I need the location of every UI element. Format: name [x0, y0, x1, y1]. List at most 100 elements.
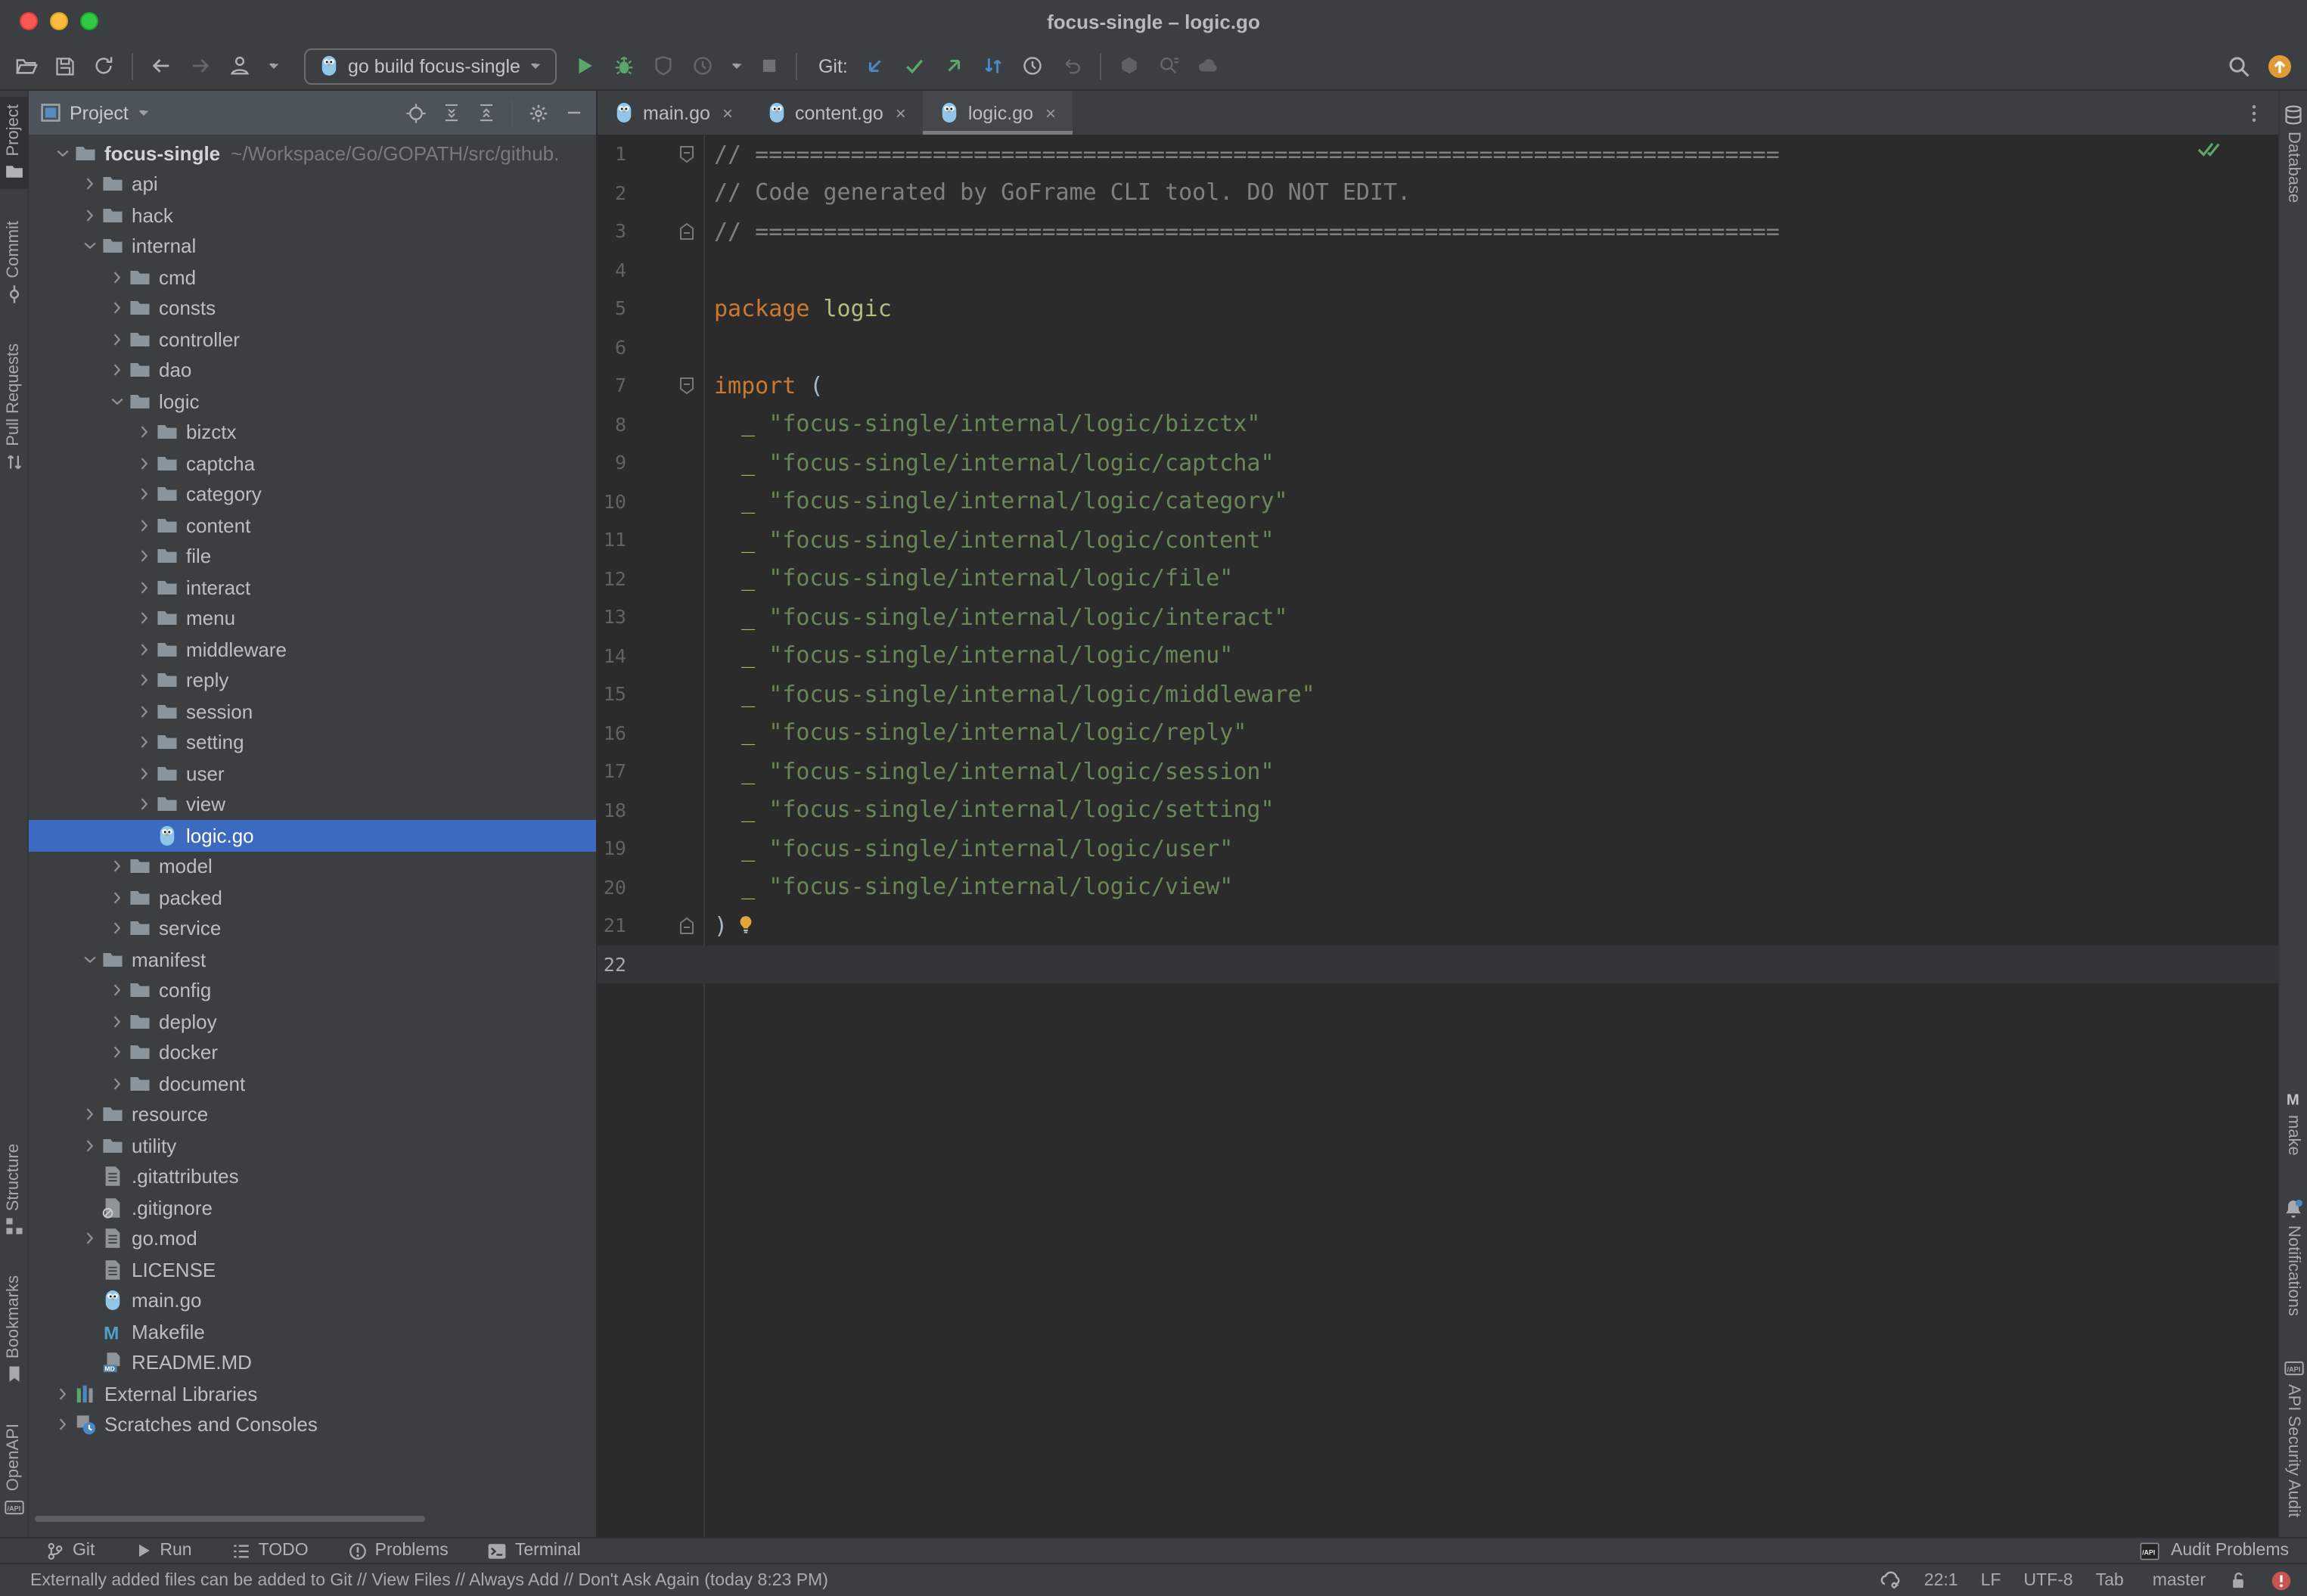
- code-line[interactable]: 15 _ "focus-single/internal/logic/middle…: [598, 675, 2278, 713]
- sync-icon[interactable]: [92, 54, 115, 77]
- tree-item[interactable]: captcha: [29, 448, 596, 479]
- user-dropdown-icon[interactable]: [268, 60, 280, 72]
- error-notification-icon[interactable]: [2271, 1570, 2292, 1591]
- tool-window-button-terminal[interactable]: Terminal: [488, 1541, 581, 1560]
- shelve-button[interactable]: [1119, 54, 1141, 77]
- tool-window-button-git[interactable]: Git: [45, 1541, 95, 1560]
- tree-item[interactable]: resource: [29, 1099, 596, 1130]
- chevron-right-icon[interactable]: [77, 176, 101, 193]
- chevron-right-icon[interactable]: [132, 486, 156, 503]
- chevron-right-icon[interactable]: [132, 703, 156, 720]
- horizontal-scrollbar[interactable]: [35, 1516, 425, 1522]
- select-opened-file-icon[interactable]: [405, 102, 427, 123]
- tree-item[interactable]: category: [29, 479, 596, 510]
- tool-strip-button-commit[interactable]: Commit: [0, 214, 28, 312]
- chevron-right-icon[interactable]: [132, 548, 156, 565]
- chevron-right-icon[interactable]: [132, 796, 156, 813]
- tree-item[interactable]: focus-single~/Workspace/Go/GOPATH/src/gi…: [29, 138, 596, 169]
- status-message[interactable]: Externally added files can be added to G…: [30, 1571, 828, 1589]
- code-line[interactable]: 20 _ "focus-single/internal/logic/view": [598, 868, 2278, 906]
- chevron-right-icon[interactable]: [132, 424, 156, 441]
- chevron-right-icon[interactable]: [132, 579, 156, 596]
- code-line[interactable]: 17 _ "focus-single/internal/logic/sessio…: [598, 752, 2278, 790]
- tool-window-button-todo[interactable]: TODO: [231, 1541, 309, 1560]
- tool-strip-button-bookmarks[interactable]: Bookmarks: [0, 1268, 28, 1393]
- code-line[interactable]: 18 _ "focus-single/internal/logic/settin…: [598, 790, 2278, 829]
- tree-item[interactable]: docker: [29, 1037, 596, 1068]
- tool-strip-button-database[interactable]: Database: [2279, 97, 2307, 210]
- project-view-dropdown-icon[interactable]: [138, 107, 150, 119]
- run-configuration-select[interactable]: go build focus-single: [304, 48, 557, 84]
- tree-item[interactable]: model: [29, 851, 596, 882]
- chevron-right-icon[interactable]: [104, 890, 129, 906]
- git-fetch-button[interactable]: [983, 54, 1005, 77]
- chevron-right-icon[interactable]: [104, 859, 129, 875]
- chevron-right-icon[interactable]: [132, 641, 156, 658]
- tree-item[interactable]: bizctx: [29, 417, 596, 448]
- code-line[interactable]: 11 _ "focus-single/internal/logic/conten…: [598, 520, 2278, 559]
- fold-marker-icon[interactable]: [626, 377, 703, 395]
- tool-strip-button-make[interactable]: Mmake: [2279, 1082, 2307, 1163]
- tree-item[interactable]: reply: [29, 665, 596, 696]
- intention-bulb-icon[interactable]: [735, 914, 756, 936]
- search-everywhere-icon[interactable]: [2227, 54, 2251, 78]
- tab-content.go[interactable]: content.go×: [750, 91, 923, 135]
- tree-item[interactable]: middleware: [29, 634, 596, 665]
- code-line[interactable]: 9 _ "focus-single/internal/logic/captcha…: [598, 443, 2278, 482]
- chevron-right-icon[interactable]: [132, 517, 156, 534]
- open-icon[interactable]: [15, 54, 38, 77]
- git-commit-button[interactable]: [904, 54, 927, 77]
- chevron-right-icon[interactable]: [77, 207, 101, 224]
- code-line[interactable]: 16 _ "focus-single/internal/logic/reply": [598, 713, 2278, 752]
- chevron-right-icon[interactable]: [77, 1138, 101, 1154]
- tree-item[interactable]: api: [29, 169, 596, 200]
- tab-main.go[interactable]: main.go×: [598, 91, 750, 135]
- tree-item[interactable]: External Libraries: [29, 1378, 596, 1409]
- tree-item[interactable]: MDREADME.MD: [29, 1347, 596, 1378]
- history-button[interactable]: [1022, 54, 1045, 77]
- chevron-right-icon[interactable]: [104, 1014, 129, 1030]
- chevron-right-icon[interactable]: [77, 1231, 101, 1247]
- close-tab-icon[interactable]: ×: [1045, 102, 1056, 123]
- code-line[interactable]: 7import (: [598, 366, 2278, 405]
- fold-marker-icon[interactable]: [626, 222, 703, 241]
- chevron-right-icon[interactable]: [104, 362, 129, 379]
- tree-item[interactable]: internal: [29, 231, 596, 262]
- tree-item[interactable]: LICENSE: [29, 1254, 596, 1285]
- tree-item[interactable]: document: [29, 1068, 596, 1099]
- close-tab-icon[interactable]: ×: [722, 102, 733, 123]
- code-line[interactable]: 22: [598, 945, 2278, 983]
- chevron-down-icon[interactable]: [77, 238, 101, 255]
- chevron-right-icon[interactable]: [104, 1076, 129, 1092]
- chevron-down-icon[interactable]: [104, 393, 129, 410]
- chevron-right-icon[interactable]: [132, 734, 156, 751]
- tree-item[interactable]: interact: [29, 572, 596, 603]
- chevron-right-icon[interactable]: [104, 331, 129, 348]
- chevron-right-icon[interactable]: [77, 1107, 101, 1123]
- tree-item[interactable]: deploy: [29, 1006, 596, 1037]
- expand-all-icon[interactable]: [442, 103, 461, 123]
- lock-icon[interactable]: [2228, 1570, 2248, 1591]
- git-update-button[interactable]: [865, 54, 887, 77]
- code-line[interactable]: 13 _ "focus-single/internal/logic/intera…: [598, 598, 2278, 636]
- chevron-down-icon[interactable]: [50, 145, 74, 162]
- debug-button[interactable]: [613, 54, 635, 77]
- code-line[interactable]: 6: [598, 328, 2278, 366]
- tree-item[interactable]: go.mod: [29, 1223, 596, 1254]
- code-line[interactable]: 8 _ "focus-single/internal/logic/bizctx": [598, 405, 2278, 443]
- code-line[interactable]: 19 _ "focus-single/internal/logic/user": [598, 829, 2278, 868]
- git-branch-widget[interactable]: master: [2147, 1571, 2206, 1589]
- chevron-right-icon[interactable]: [104, 300, 129, 317]
- chevron-down-icon[interactable]: [77, 952, 101, 968]
- code-line[interactable]: 5package logic: [598, 289, 2278, 328]
- tree-item[interactable]: manifest: [29, 944, 596, 975]
- line-separator[interactable]: LF: [1981, 1571, 2001, 1589]
- tool-window-button-run[interactable]: Run: [134, 1542, 191, 1560]
- cloud-button[interactable]: [1197, 54, 1220, 77]
- run-button[interactable]: [573, 54, 596, 77]
- tree-item[interactable]: consts: [29, 293, 596, 324]
- back-icon[interactable]: [150, 54, 172, 77]
- tab-logic.go[interactable]: logic.go×: [923, 91, 1073, 135]
- chevron-right-icon[interactable]: [132, 610, 156, 627]
- tree-item[interactable]: logic: [29, 386, 596, 417]
